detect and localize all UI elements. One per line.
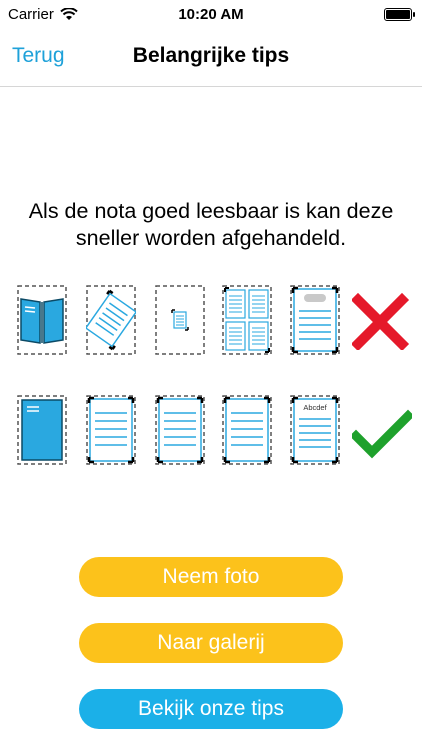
rotated-document-icon [86,285,136,355]
blurred-document-icon [290,285,340,355]
multiple-documents-icon [222,285,272,355]
take-photo-button[interactable]: Neem foto [79,557,343,597]
document-icon [222,395,272,465]
document-icon [86,395,136,465]
navigation-bar: Terug Belangrijke tips [0,30,422,87]
page-title: Belangrijke tips [132,44,290,67]
status-bar: Carrier 10:20 AM [0,0,422,30]
open-booklet-icon [17,285,67,355]
cross-icon [352,292,410,350]
abcdef-label: Abcdef [303,403,327,412]
checkmark-icon [352,409,412,459]
too-small-document-icon [155,285,205,355]
status-time: 10:20 AM [178,6,244,23]
good-examples-row: Abcdef [0,395,422,465]
document-icon [155,395,205,465]
view-tips-button[interactable]: Bekijk onze tips [79,689,343,729]
battery-icon [384,8,415,21]
bad-examples-row [0,285,422,355]
gallery-button[interactable]: Naar galerij [79,623,343,663]
readable-document-icon: Abcdef [290,395,340,465]
closed-booklet-icon [17,395,67,465]
info-text: Als de nota goed leesbaar is kan deze sn… [28,199,394,250]
